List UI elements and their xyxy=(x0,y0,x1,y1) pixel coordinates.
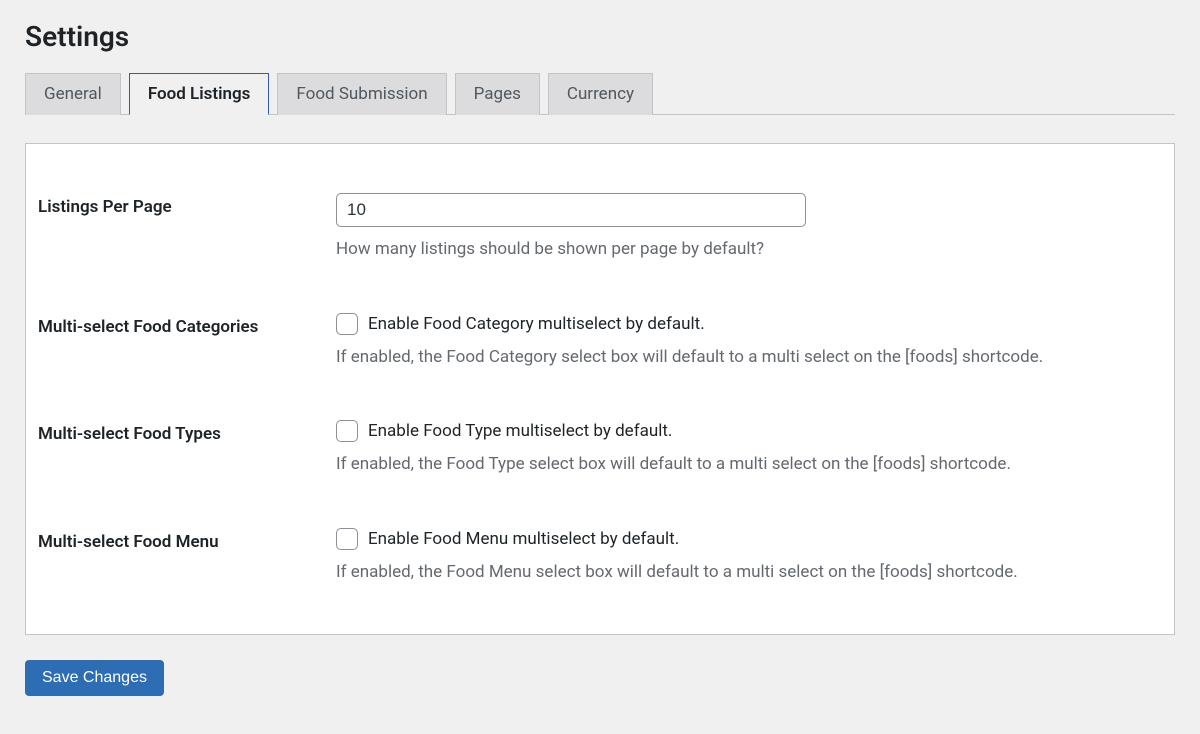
settings-panel: Listings Per Page How many listings shou… xyxy=(25,143,1175,635)
help-listings-per-page: How many listings should be shown per pa… xyxy=(336,237,1164,263)
row-listings-per-page: Listings Per Page How many listings shou… xyxy=(36,179,1164,277)
row-multi-categories: Multi-select Food Categories Enable Food… xyxy=(36,299,1164,385)
help-multi-types: If enabled, the Food Type select box wil… xyxy=(336,452,1164,478)
row-multi-menu: Multi-select Food Menu Enable Food Menu … xyxy=(36,514,1164,600)
multi-menu-checkbox[interactable] xyxy=(336,528,358,550)
label-multi-categories: Multi-select Food Categories xyxy=(36,313,336,337)
control-multi-types: Enable Food Type multiselect by default.… xyxy=(336,420,1164,478)
row-multi-types: Multi-select Food Types Enable Food Type… xyxy=(36,406,1164,492)
tabs-nav: General Food Listings Food Submission Pa… xyxy=(25,73,1175,115)
tab-food-submission[interactable]: Food Submission xyxy=(277,73,446,115)
multi-categories-checkbox[interactable] xyxy=(336,313,358,335)
checkbox-row-menu: Enable Food Menu multiselect by default. xyxy=(336,528,1164,550)
page-title: Settings xyxy=(25,20,1175,53)
control-listings-per-page: How many listings should be shown per pa… xyxy=(336,193,1164,263)
tab-general[interactable]: General xyxy=(25,73,121,115)
tab-pages[interactable]: Pages xyxy=(455,73,540,115)
tab-currency[interactable]: Currency xyxy=(548,73,653,115)
control-multi-categories: Enable Food Category multiselect by defa… xyxy=(336,313,1164,371)
listings-per-page-input[interactable] xyxy=(336,193,806,227)
multi-types-checkbox[interactable] xyxy=(336,420,358,442)
multi-types-checkbox-label: Enable Food Type multiselect by default. xyxy=(368,421,672,441)
label-multi-types: Multi-select Food Types xyxy=(36,420,336,444)
checkbox-row-categories: Enable Food Category multiselect by defa… xyxy=(336,313,1164,335)
save-changes-button[interactable]: Save Changes xyxy=(25,660,164,696)
help-multi-menu: If enabled, the Food Menu select box wil… xyxy=(336,560,1164,586)
label-multi-menu: Multi-select Food Menu xyxy=(36,528,336,552)
tab-food-listings[interactable]: Food Listings xyxy=(129,73,270,115)
multi-menu-checkbox-label: Enable Food Menu multiselect by default. xyxy=(368,529,679,549)
checkbox-row-types: Enable Food Type multiselect by default. xyxy=(336,420,1164,442)
multi-categories-checkbox-label: Enable Food Category multiselect by defa… xyxy=(368,314,705,334)
label-listings-per-page: Listings Per Page xyxy=(36,193,336,217)
control-multi-menu: Enable Food Menu multiselect by default.… xyxy=(336,528,1164,586)
help-multi-categories: If enabled, the Food Category select box… xyxy=(336,345,1164,371)
